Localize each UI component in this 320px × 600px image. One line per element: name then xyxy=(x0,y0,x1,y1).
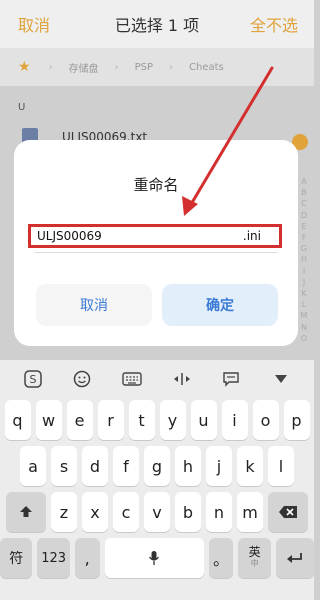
key-g[interactable]: g xyxy=(144,446,170,486)
key-n[interactable]: n xyxy=(206,492,232,532)
key-i[interactable]: i xyxy=(221,400,248,440)
key-f[interactable]: f xyxy=(113,446,139,486)
period-key[interactable]: 。 xyxy=(208,538,234,578)
enter-key[interactable] xyxy=(275,538,315,578)
svg-text:S: S xyxy=(29,373,36,386)
key-x[interactable]: x xyxy=(82,492,108,532)
key-b[interactable]: b xyxy=(175,492,201,532)
key-a[interactable]: a xyxy=(20,446,46,486)
key-l[interactable]: l xyxy=(268,446,294,486)
numbers-key[interactable]: 123 xyxy=(37,538,70,578)
key-h[interactable]: h xyxy=(175,446,201,486)
key-r[interactable]: r xyxy=(97,400,124,440)
shift-key[interactable] xyxy=(6,492,46,532)
keyboard-row-2: a s d f g h j k l xyxy=(0,446,314,486)
key-z[interactable]: z xyxy=(51,492,77,532)
keyboard-row-3: z x c v b n m xyxy=(0,492,314,532)
key-q[interactable]: q xyxy=(4,400,31,440)
key-j[interactable]: j xyxy=(206,446,232,486)
keyboard: S q w e r t y u i o p a s d f g h j k l … xyxy=(0,360,315,600)
language-primary: 英 xyxy=(248,545,261,559)
language-switch-key[interactable]: 英 中 xyxy=(238,538,271,578)
keyboard-toolbar: S xyxy=(0,360,314,398)
clipboard-icon[interactable] xyxy=(216,367,246,391)
key-c[interactable]: c xyxy=(113,492,139,532)
ime-logo-icon[interactable]: S xyxy=(18,367,48,391)
key-v[interactable]: v xyxy=(144,492,170,532)
symbols-key[interactable]: 符 xyxy=(0,538,33,578)
key-t[interactable]: t xyxy=(128,400,155,440)
backspace-key[interactable] xyxy=(268,492,308,532)
shift-icon xyxy=(20,506,32,517)
comma-key[interactable]: , xyxy=(74,538,100,578)
microphone-icon xyxy=(149,551,160,565)
enter-icon xyxy=(286,553,302,563)
keyboard-row-1: q w e r t y u i o p xyxy=(0,400,314,440)
cursor-move-icon[interactable] xyxy=(167,367,197,391)
language-secondary: 中 xyxy=(250,559,259,568)
collapse-keyboard-icon[interactable] xyxy=(266,367,296,391)
space-key[interactable] xyxy=(104,538,204,578)
key-s[interactable]: s xyxy=(51,446,77,486)
key-m[interactable]: m xyxy=(237,492,263,532)
key-d[interactable]: d xyxy=(82,446,108,486)
keyboard-row-4: 符 123 , 。 英 中 xyxy=(0,538,315,578)
backspace-icon xyxy=(279,506,297,518)
key-w[interactable]: w xyxy=(35,400,62,440)
key-u[interactable]: u xyxy=(190,400,217,440)
keyboard-layout-icon[interactable] xyxy=(117,367,147,391)
key-k[interactable]: k xyxy=(237,446,263,486)
key-o[interactable]: o xyxy=(252,400,279,440)
emoji-icon[interactable] xyxy=(67,367,97,391)
key-e[interactable]: e xyxy=(66,400,93,440)
key-y[interactable]: y xyxy=(159,400,186,440)
key-p[interactable]: p xyxy=(283,400,310,440)
